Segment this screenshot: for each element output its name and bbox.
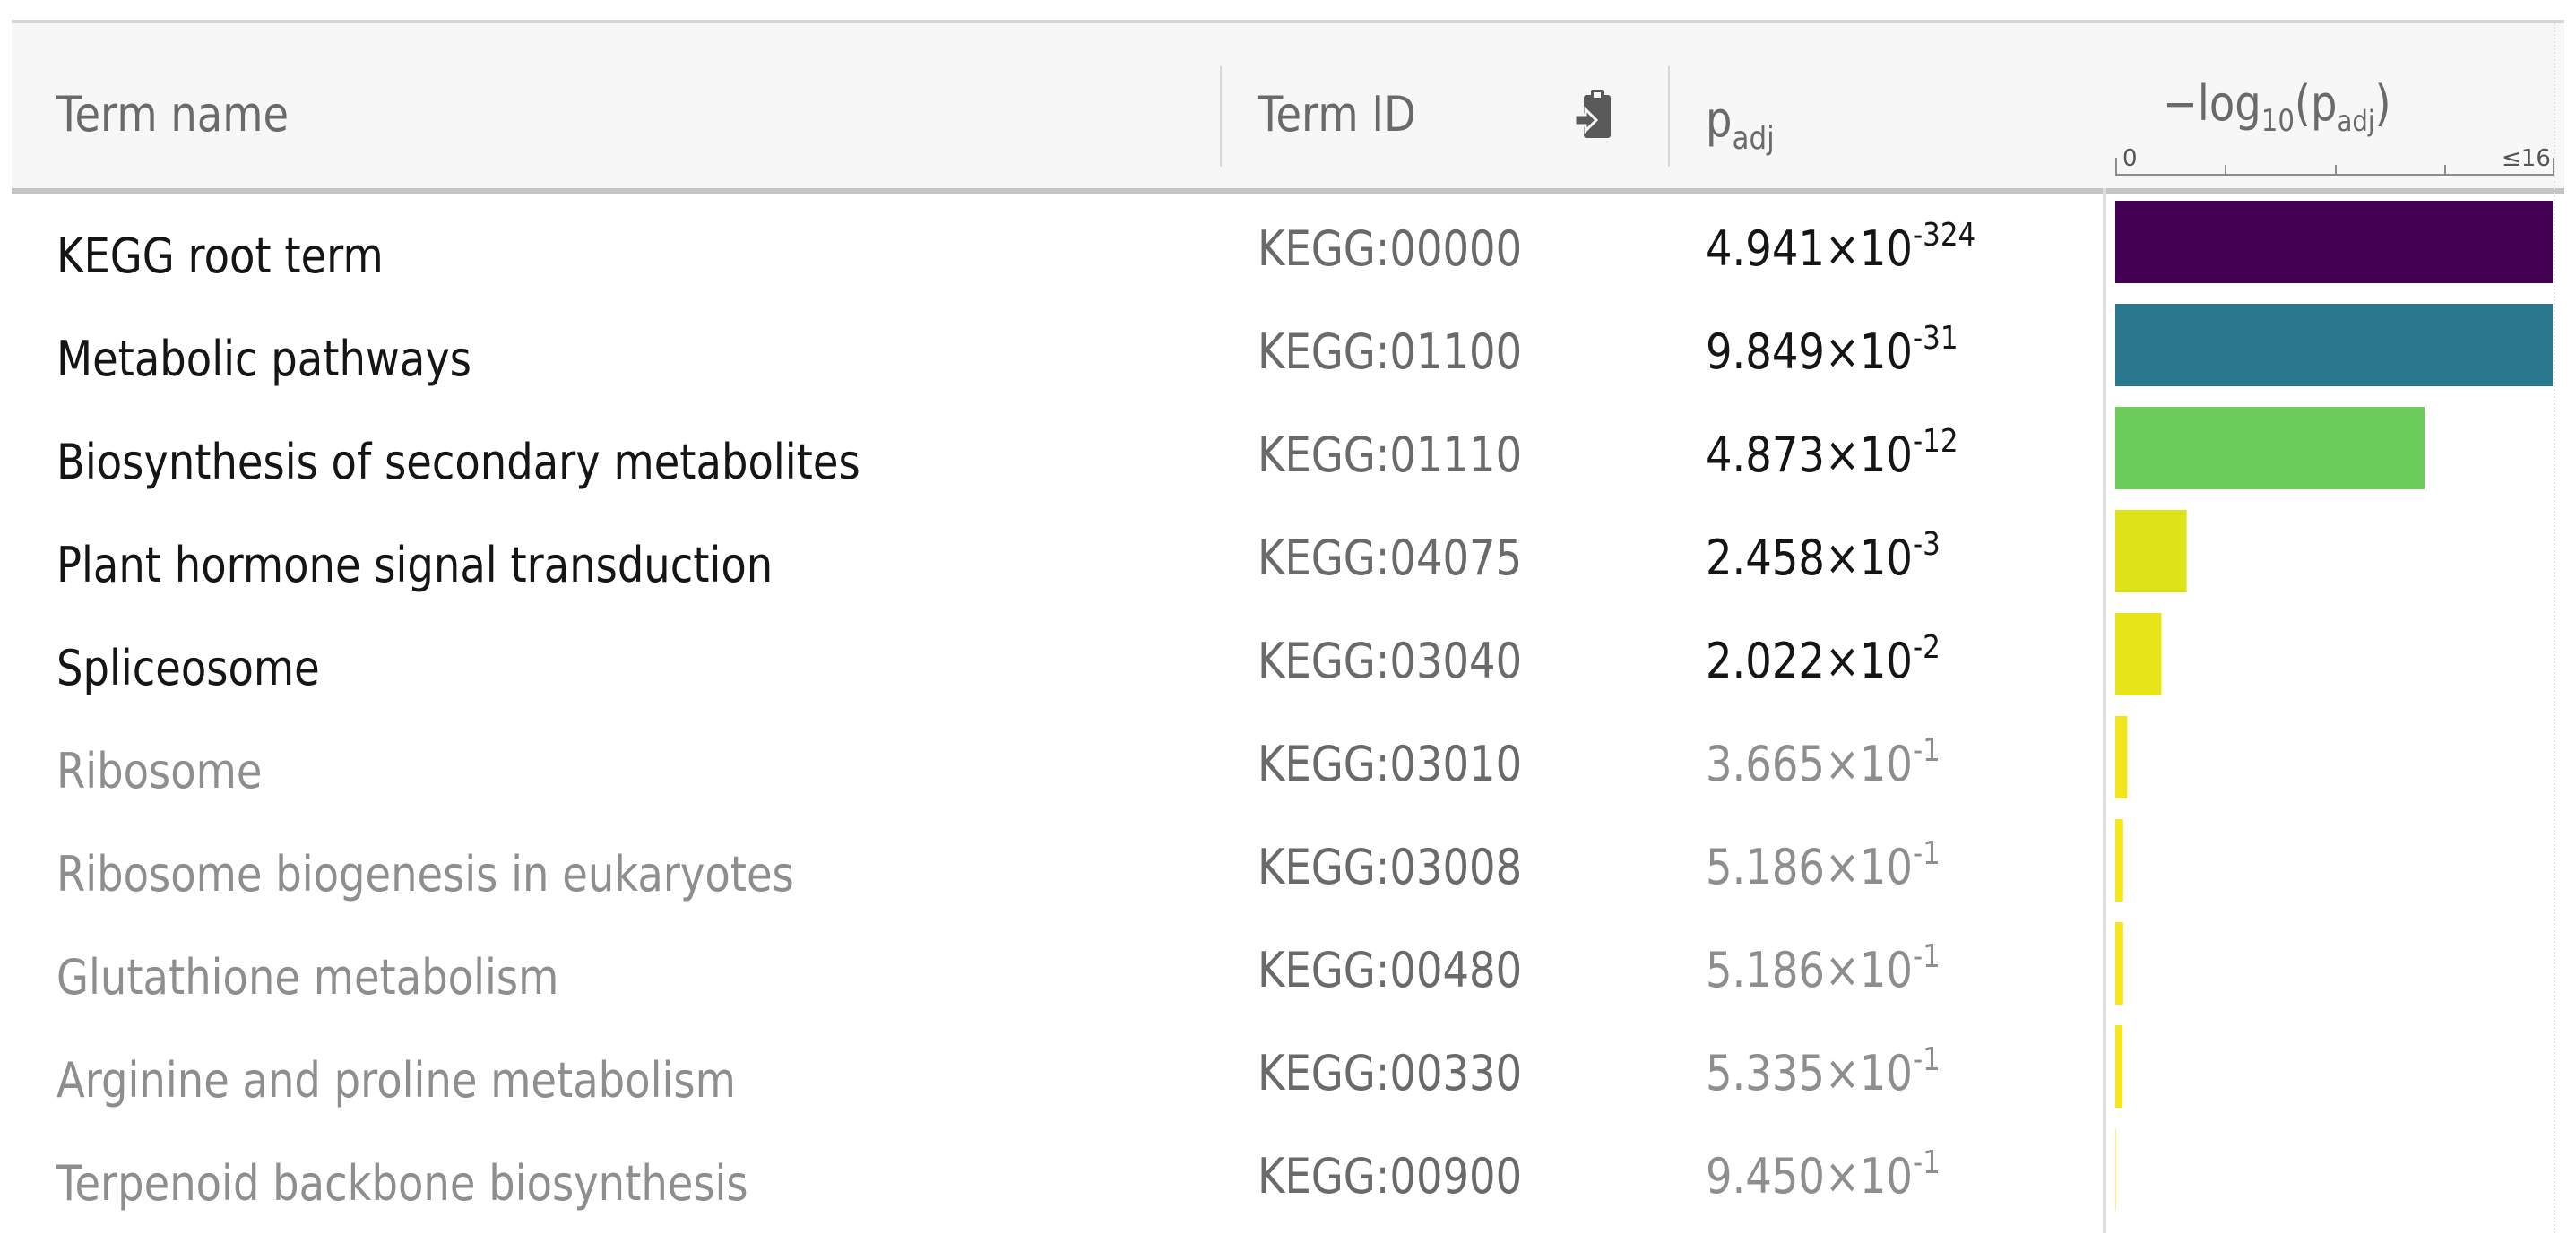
column-divider — [1220, 66, 1222, 167]
padj-mantissa: 2.022×10 — [1706, 633, 1913, 689]
bar-kegg-00330[interactable] — [2115, 1025, 2123, 1108]
padj-value: 2.022×10-2 — [1706, 632, 1941, 690]
table-row[interactable]: Metabolic pathways KEGG:01100 9.849×10-31 — [12, 304, 2103, 404]
padj-exponent: -2 — [1912, 629, 1941, 666]
header-padj-sub: adj — [1732, 120, 1775, 157]
term-name[interactable]: Terpenoid backbone biosynthesis — [56, 1155, 748, 1212]
table-row[interactable]: Biosynthesis of secondary metabolites KEG… — [12, 407, 2103, 507]
padj-mantissa: 4.873×10 — [1706, 427, 1913, 483]
term-id[interactable]: KEGG:03008 — [1258, 839, 1522, 895]
bar-kegg-00480[interactable] — [2115, 922, 2123, 1005]
padj-exponent: -3 — [1912, 526, 1941, 563]
padj-exponent: -1 — [1912, 732, 1941, 769]
bar-kegg-00900[interactable] — [2115, 1128, 2116, 1211]
term-name[interactable]: Glutathione metabolism — [56, 949, 558, 1006]
padj-value: 4.873×10-12 — [1706, 426, 1958, 484]
header-term-id[interactable]: Term ID — [1258, 86, 1416, 142]
header-nlp-close: ) — [2374, 75, 2391, 132]
results-table: Term name Term ID padj −log10(padj) 0 ≤1… — [12, 20, 2564, 1233]
padj-value: 9.849×10-31 — [1706, 323, 1958, 381]
table-row[interactable]: Plant hormone signal transduction KEGG:04… — [12, 510, 2103, 610]
term-id[interactable]: KEGG:00000 — [1258, 220, 1522, 277]
padj-value: 9.450×10-1 — [1706, 1147, 1941, 1205]
term-id[interactable]: KEGG:03010 — [1258, 736, 1522, 792]
padj-mantissa: 3.665×10 — [1706, 736, 1913, 792]
term-id[interactable]: KEGG:00330 — [1258, 1045, 1522, 1101]
bar-kegg-01100[interactable] — [2115, 304, 2553, 386]
padj-mantissa: 9.849×10 — [1706, 324, 1913, 380]
padj-exponent: -1 — [1912, 1144, 1941, 1181]
table-row[interactable]: Terpenoid backbone biosynthesis KEGG:0090… — [12, 1128, 2103, 1229]
table-row[interactable]: Arginine and proline metabolism KEGG:0033… — [12, 1025, 2103, 1126]
bar-kegg-03010[interactable] — [2115, 716, 2128, 798]
header-padj-p: p — [1706, 91, 1733, 148]
table-right-edge — [2554, 23, 2566, 1233]
padj-mantissa: 2.458×10 — [1706, 530, 1913, 586]
header-neg-log-padj[interactable]: −log10(padj) — [2163, 75, 2391, 139]
term-id[interactable]: KEGG:01110 — [1258, 427, 1522, 483]
padj-exponent: -1 — [1912, 938, 1941, 975]
term-name[interactable]: KEGG root term — [56, 228, 384, 284]
padj-exponent: -1 — [1912, 835, 1941, 872]
padj-mantissa: 4.941×10 — [1706, 220, 1913, 277]
padj-value: 5.186×10-1 — [1706, 941, 1941, 999]
term-id[interactable]: KEGG:00480 — [1258, 942, 1522, 998]
padj-value: 5.186×10-1 — [1706, 838, 1941, 896]
axis-tick — [2115, 158, 2117, 176]
term-id[interactable]: KEGG:00900 — [1258, 1148, 1522, 1204]
table-row[interactable]: Ribosome KEGG:03010 3.665×10-1 — [12, 716, 2103, 816]
neg-log-padj-bars — [2115, 201, 2553, 1211]
table-row[interactable]: Glutathione metabolism KEGG:00480 5.186×10… — [12, 922, 2103, 1023]
axis-tick — [2335, 165, 2337, 176]
term-id[interactable]: KEGG:04075 — [1258, 530, 1522, 586]
term-name[interactable]: Ribosome biogenesis in eukaryotes — [56, 846, 794, 902]
padj-mantissa: 5.335×10 — [1706, 1045, 1913, 1101]
padj-value: 4.941×10-324 — [1706, 217, 1976, 278]
padj-mantissa: 5.186×10 — [1706, 839, 1913, 895]
padj-mantissa: 5.186×10 — [1706, 942, 1913, 998]
table-row[interactable]: KEGG root term KEGG:00000 4.941×10-324 — [12, 201, 2103, 301]
axis-max-label: ≤16 — [2502, 145, 2551, 172]
term-name[interactable]: Plant hormone signal transduction — [56, 537, 773, 593]
padj-exponent: -1 — [1912, 1041, 1941, 1078]
table-header: Term name Term ID padj −log10(padj) 0 ≤1… — [12, 23, 2564, 194]
padj-value: 3.665×10-1 — [1706, 735, 1941, 793]
term-id[interactable]: KEGG:01100 — [1258, 324, 1522, 380]
header-padj[interactable]: padj — [1706, 91, 1775, 157]
padj-exponent: -31 — [1912, 320, 1958, 357]
padj-value: 5.335×10-1 — [1706, 1044, 1941, 1102]
term-name[interactable]: Ribosome — [56, 743, 262, 799]
term-name[interactable]: Metabolic pathways — [56, 331, 471, 387]
padj-exponent: -324 — [1912, 217, 1976, 254]
axis-tick — [2444, 165, 2446, 176]
padj-value: 2.458×10-3 — [1706, 529, 1941, 587]
padj-mantissa: 9.450×10 — [1706, 1148, 1913, 1204]
term-name[interactable]: Biosynthesis of secondary metabolites — [56, 434, 860, 490]
clipboard-paste-icon[interactable] — [1571, 88, 1616, 145]
term-name[interactable]: Spliceosome — [56, 640, 320, 696]
bar-kegg-04075[interactable] — [2115, 510, 2187, 592]
column-divider — [1668, 66, 1670, 167]
header-term-name[interactable]: Term name — [56, 86, 289, 142]
header-nlp-base: 10 — [2260, 103, 2295, 139]
term-name[interactable]: Arginine and proline metabolism — [56, 1052, 736, 1109]
term-id[interactable]: KEGG:03040 — [1258, 633, 1522, 689]
header-nlp-adj: adj — [2337, 104, 2375, 138]
bar-kegg-01110[interactable] — [2115, 407, 2425, 489]
table-row[interactable]: Spliceosome KEGG:03040 2.022×10-2 — [12, 613, 2103, 713]
axis-tick — [2225, 165, 2226, 176]
axis-min-label: 0 — [2122, 145, 2138, 172]
bar-kegg-03040[interactable] — [2115, 613, 2162, 695]
padj-exponent: -12 — [1912, 423, 1958, 460]
header-nlp-open: (p — [2294, 75, 2338, 132]
header-nlp-prefix: −log — [2163, 75, 2261, 132]
table-row[interactable]: Ribosome biogenesis in eukaryotes KEGG:03… — [12, 819, 2103, 919]
bar-kegg-00000[interactable] — [2115, 201, 2553, 283]
bar-kegg-03008[interactable] — [2115, 819, 2123, 902]
